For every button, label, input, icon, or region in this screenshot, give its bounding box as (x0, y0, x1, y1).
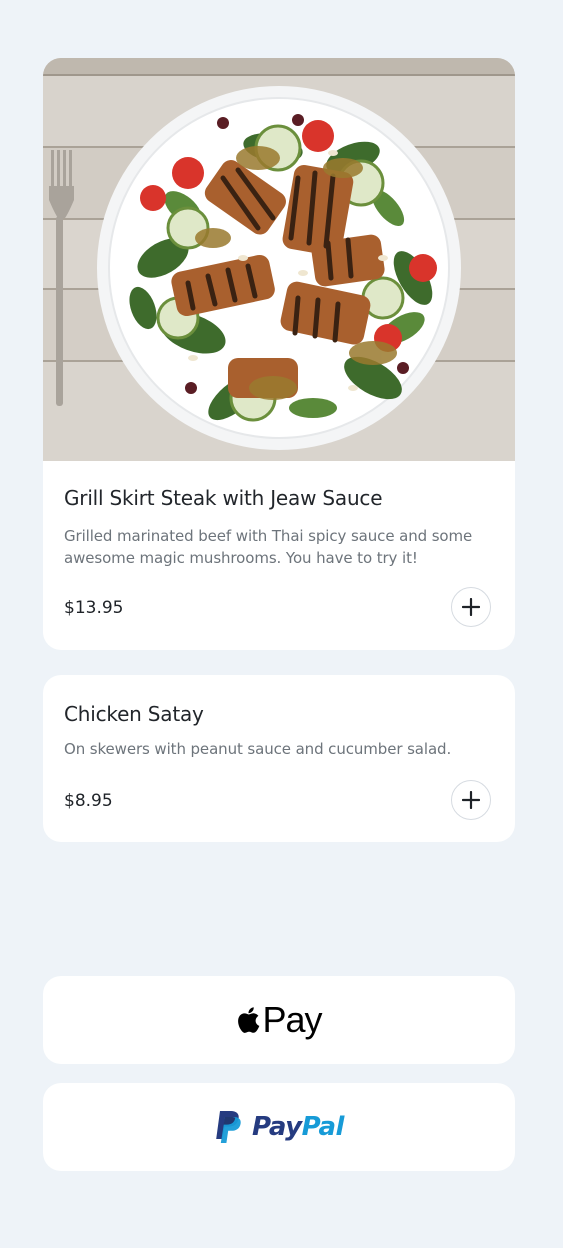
add-to-cart-button[interactable] (451, 587, 491, 627)
item-title: Grill Skirt Steak with Jeaw Sauce (64, 486, 383, 510)
item-description: On skewers with peanut sauce and cucumbe… (64, 740, 452, 758)
add-to-cart-button[interactable] (451, 780, 491, 820)
item-description: Grilled marinated beef with Thai spicy s… (64, 527, 473, 567)
paypal-wordmark: PayPal (252, 1112, 344, 1142)
paypal-label-pay: Pay (252, 1112, 302, 1142)
salad-plate-photo (43, 58, 515, 461)
menu-item-card: Grill Skirt Steak with Jeaw Sauce Grille… (43, 58, 515, 650)
paypal-label-pal: Pal (301, 1112, 345, 1142)
item-price: $8.95 (64, 791, 113, 811)
paypal-p-logo-icon (216, 1111, 241, 1143)
apple-pay-button[interactable]: Pay (43, 976, 515, 1064)
item-price: $13.95 (64, 598, 124, 618)
plus-icon (462, 791, 480, 809)
apple-logo-icon (238, 1007, 260, 1033)
item-title: Chicken Satay (64, 702, 204, 726)
menu-item-card: Chicken Satay On skewers with peanut sau… (43, 675, 515, 842)
plus-icon (462, 598, 480, 616)
paypal-button[interactable]: PayPal (43, 1083, 515, 1171)
apple-pay-label: Pay (262, 999, 322, 1040)
